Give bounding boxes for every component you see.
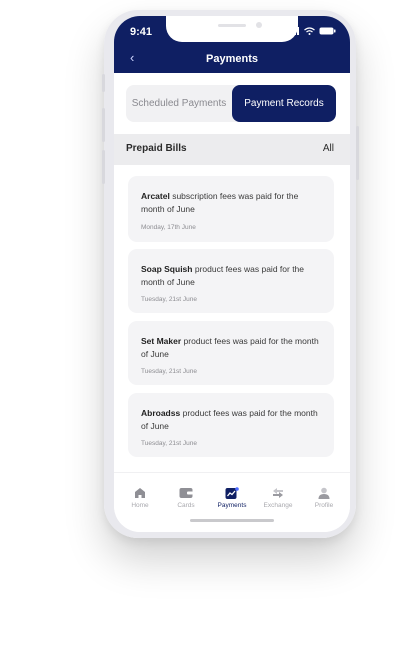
- speaker: [218, 24, 246, 27]
- record-date: Tuesday, 21st June: [141, 368, 198, 375]
- payment-record-card[interactable]: Soap Squish product fees was paid for th…: [128, 249, 334, 313]
- record-name: Set Maker: [141, 336, 182, 346]
- page-title: Payments: [206, 53, 258, 65]
- battery-icon: [319, 27, 336, 35]
- section-header: Prepaid Bills All: [114, 134, 350, 165]
- record-name: Soap Squish: [141, 264, 193, 274]
- record-description: Set Maker product fees was paid for the …: [141, 335, 323, 361]
- payment-record-card[interactable]: Set Maker product fees was paid for the …: [128, 321, 334, 385]
- app-header: 9:41 ‹ Payments: [114, 16, 350, 73]
- home-indicator: [190, 519, 274, 522]
- exchange-icon: [273, 488, 283, 498]
- nav-exchange[interactable]: Exchange: [256, 487, 300, 509]
- nav-payments-label: Payments: [217, 502, 247, 509]
- payment-record-card[interactable]: Abroadss product fees was paid for the m…: [128, 393, 334, 457]
- mute-switch: [102, 74, 105, 92]
- nav-cards[interactable]: Cards: [164, 487, 208, 509]
- volume-up-button: [102, 108, 105, 142]
- wifi-icon: [304, 27, 315, 35]
- home-icon: [135, 488, 145, 498]
- tab-switcher: Scheduled Payments Payment Records: [126, 85, 336, 122]
- power-button: [356, 126, 359, 180]
- record-name: Arcatel: [141, 191, 170, 201]
- wallet-icon: [179, 488, 193, 498]
- record-date: Monday, 17th June: [141, 224, 196, 231]
- filter-all-button[interactable]: All: [323, 143, 334, 154]
- nav-home-label: Home: [131, 502, 149, 509]
- payment-record-card[interactable]: Arcatel subscription fees was paid for t…: [128, 176, 334, 242]
- profile-icon: [318, 487, 330, 499]
- nav-exchange-label: Exchange: [263, 502, 293, 509]
- notch: [166, 16, 298, 42]
- nav-profile-label: Profile: [314, 502, 334, 509]
- app-screen: 9:41 ‹ Payments Scheduled Payments Payme…: [114, 16, 350, 532]
- tab-payment-records[interactable]: Payment Records: [232, 85, 336, 122]
- volume-down-button: [102, 150, 105, 184]
- status-time: 9:41: [130, 26, 153, 38]
- nav-payments[interactable]: Payments: [210, 487, 254, 509]
- tab-scheduled-payments[interactable]: Scheduled Payments: [126, 85, 232, 122]
- nav-profile[interactable]: Profile: [302, 487, 346, 509]
- bottom-nav: Home Cards Payments Exchange Profile: [114, 472, 350, 532]
- nav-cards-label: Cards: [177, 502, 195, 509]
- section-title: Prepaid Bills: [126, 143, 187, 154]
- nav-home[interactable]: Home: [118, 487, 162, 509]
- record-date: Tuesday, 21st June: [141, 296, 198, 303]
- record-name: Abroadss: [141, 408, 181, 418]
- front-camera: [256, 22, 262, 28]
- record-description: Soap Squish product fees was paid for th…: [141, 263, 323, 289]
- record-description: Arcatel subscription fees was paid for t…: [141, 190, 323, 216]
- chart-icon: [225, 487, 239, 499]
- record-date: Tuesday, 21st June: [141, 440, 198, 447]
- record-description: Abroadss product fees was paid for the m…: [141, 407, 323, 433]
